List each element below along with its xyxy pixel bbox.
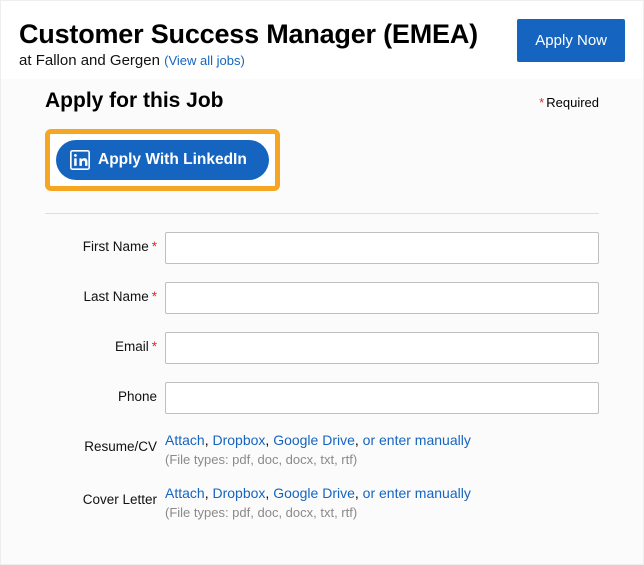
company-name: Fallon and Gergen [36, 52, 160, 69]
application-form: Apply for this Job *Required Apply With … [19, 79, 625, 546]
header: Customer Success Manager (EMEA) at Fallo… [1, 1, 643, 79]
resume-manual-link[interactable]: or enter manually [363, 432, 471, 448]
last-name-label: Last Name* [45, 282, 165, 304]
email-input[interactable] [165, 332, 599, 364]
view-all-jobs-link[interactable]: (View all jobs) [164, 53, 245, 68]
resume-attach-options: Attach, Dropbox, Google Drive, or enter … [165, 432, 599, 448]
linkedin-highlight: Apply With LinkedIn [45, 129, 280, 191]
linkedin-icon [70, 150, 90, 170]
apply-now-button[interactable]: Apply Now [517, 19, 625, 62]
cover-gdrive-link[interactable]: Google Drive [273, 485, 355, 501]
asterisk-icon: * [152, 339, 157, 354]
form-title: Apply for this Job [45, 89, 224, 113]
last-name-input[interactable] [165, 282, 599, 314]
phone-label: Phone [45, 382, 165, 404]
asterisk-icon: * [152, 289, 157, 304]
divider [45, 213, 599, 214]
email-row: Email* [45, 332, 599, 364]
resume-attach-link[interactable]: Attach [165, 432, 205, 448]
cover-attach-options: Attach, Dropbox, Google Drive, or enter … [165, 485, 599, 501]
resume-dropbox-link[interactable]: Dropbox [212, 432, 265, 448]
first-name-row: First Name* [45, 232, 599, 264]
form-header: Apply for this Job *Required [45, 79, 599, 113]
resume-label: Resume/CV [45, 432, 165, 454]
phone-row: Phone [45, 382, 599, 414]
at-prefix: at [19, 52, 36, 69]
cover-dropbox-link[interactable]: Dropbox [212, 485, 265, 501]
apply-with-linkedin-button[interactable]: Apply With LinkedIn [56, 140, 269, 180]
job-subtitle: at Fallon and Gergen (View all jobs) [19, 52, 517, 69]
asterisk-icon: * [539, 95, 544, 110]
last-name-row: Last Name* [45, 282, 599, 314]
asterisk-icon: * [152, 239, 157, 254]
phone-input[interactable] [165, 382, 599, 414]
job-application-page: Customer Success Manager (EMEA) at Fallo… [0, 0, 644, 565]
resume-gdrive-link[interactable]: Google Drive [273, 432, 355, 448]
cover-filetypes-hint: (File types: pdf, doc, docx, txt, rtf) [165, 505, 599, 520]
cover-attach-link[interactable]: Attach [165, 485, 205, 501]
resume-row: Resume/CV Attach, Dropbox, Google Drive,… [45, 432, 599, 467]
cover-letter-row: Cover Letter Attach, Dropbox, Google Dri… [45, 485, 599, 520]
first-name-input[interactable] [165, 232, 599, 264]
resume-filetypes-hint: (File types: pdf, doc, docx, txt, rtf) [165, 452, 599, 467]
linkedin-button-label: Apply With LinkedIn [98, 151, 247, 169]
cover-manual-link[interactable]: or enter manually [363, 485, 471, 501]
email-label: Email* [45, 332, 165, 354]
job-title: Customer Success Manager (EMEA) [19, 19, 517, 50]
cover-letter-label: Cover Letter [45, 485, 165, 507]
first-name-label: First Name* [45, 232, 165, 254]
title-block: Customer Success Manager (EMEA) at Fallo… [19, 19, 517, 69]
required-indicator: *Required [539, 95, 599, 110]
